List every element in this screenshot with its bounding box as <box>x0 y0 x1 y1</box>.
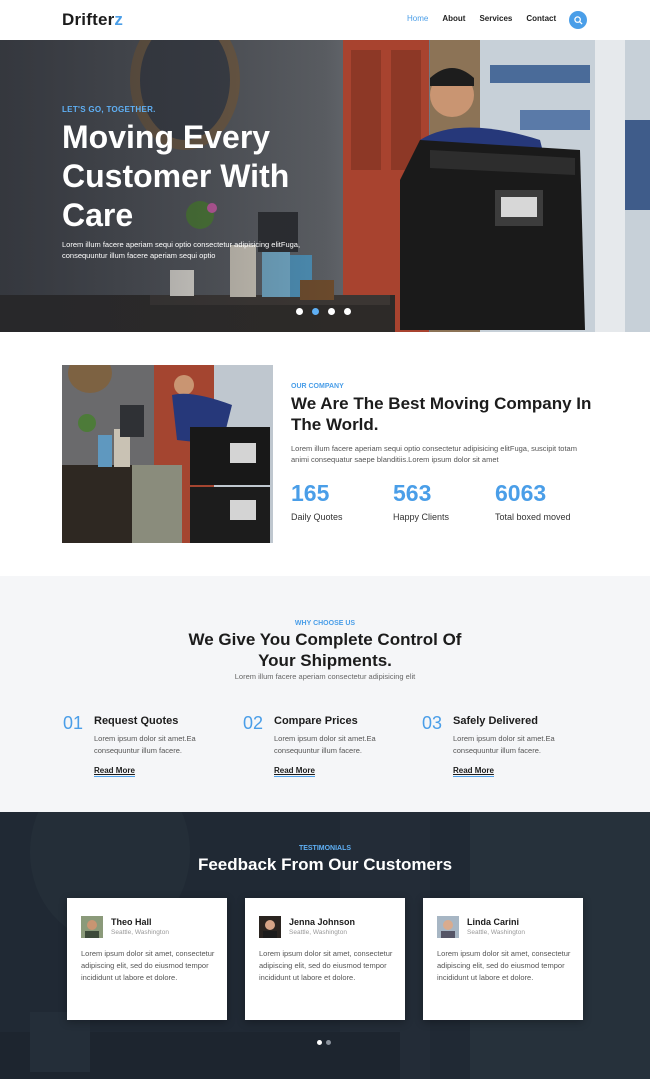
feature-title: Safely Delivered <box>453 715 538 727</box>
hero-title: Moving Every Customer With Care <box>62 119 290 233</box>
feature-title: Request Quotes <box>94 715 179 727</box>
about-title: We Are The Best Moving Company In The Wo… <box>291 394 592 434</box>
slider-dot-4[interactable] <box>344 308 351 315</box>
testimonials-pagination <box>317 1040 331 1045</box>
testimonial-location: Seattle, Washington <box>289 929 347 936</box>
about-tag: OUR COMPANY <box>291 383 344 390</box>
stat-value: 165 <box>291 480 330 506</box>
main-menu: Home About Services Contact <box>407 14 570 23</box>
why-tag: WHY CHOOSE US <box>294 620 356 627</box>
feature-number: 02 <box>243 713 264 733</box>
slider-dot-2[interactable] <box>312 308 319 315</box>
search-button[interactable] <box>569 11 587 29</box>
hero-tagline: LET'S GO, TOGETHER. <box>62 105 156 114</box>
testimonial-location: Seattle, Washington <box>111 929 169 936</box>
testimonial-dot-2[interactable] <box>326 1040 331 1045</box>
feature-text: Lorem ipsum dolor sit amet.Ea consequunt… <box>453 734 555 755</box>
nav-item-about[interactable]: About <box>442 14 465 23</box>
hero-slider-dots <box>296 308 351 315</box>
testimonial-text: Lorem ipsum dolor sit amet, consectetur … <box>437 949 571 982</box>
testimonial-name: Linda Carini <box>467 917 520 927</box>
logo-accent: z <box>114 10 124 29</box>
stat-label: Daily Quotes <box>291 512 343 522</box>
avatar <box>259 916 281 938</box>
feature-text: Lorem ipsum dolor sit amet.Ea consequunt… <box>274 734 376 755</box>
testimonial-card: Theo Hall Seattle, Washington Lorem ipsu… <box>67 898 227 1020</box>
feature-number: 01 <box>63 713 84 733</box>
slider-dot-3[interactable] <box>328 308 335 315</box>
slider-dot-1[interactable] <box>296 308 303 315</box>
nav-item-contact[interactable]: Contact <box>526 14 556 23</box>
testimonial-text: Lorem ipsum dolor sit amet, consectetur … <box>81 949 215 982</box>
testimonial-card: Linda Carini Seattle, Washington Lorem i… <box>423 898 583 1020</box>
nav-item-services[interactable]: Services <box>479 14 512 23</box>
nav-item-home[interactable]: Home <box>407 14 428 23</box>
avatar <box>437 916 459 938</box>
read-more-link[interactable]: Read More <box>94 766 135 777</box>
feature-number: 03 <box>422 713 443 733</box>
site-logo[interactable]: Drifterz <box>62 10 123 30</box>
testimonial-dot-1[interactable] <box>317 1040 322 1045</box>
testimonial-text: Lorem ipsum dolor sit amet, consectetur … <box>259 949 393 982</box>
stat-daily-quotes: 165 Daily Quotes <box>291 480 343 522</box>
testimonial-card: Jenna Johnson Seattle, Washington Lorem … <box>245 898 405 1020</box>
testimonial-name: Theo Hall <box>111 917 152 927</box>
avatar <box>81 916 103 938</box>
read-more-link[interactable]: Read More <box>453 766 494 777</box>
stat-happy-clients: 563 Happy Clients <box>393 480 449 522</box>
stat-total-boxed: 6063 Total boxed moved <box>495 480 571 522</box>
testimonial-location: Seattle, Washington <box>467 929 525 936</box>
hero-text: Lorem illum facere aperiam sequi optio c… <box>62 240 301 260</box>
feature-title: Compare Prices <box>274 715 358 727</box>
stat-value: 6063 <box>495 480 547 506</box>
stat-label: Total boxed moved <box>495 512 571 522</box>
testimonial-name: Jenna Johnson <box>289 917 356 927</box>
about-text: Lorem illum facere aperiam sequi optio c… <box>291 444 577 464</box>
read-more-link[interactable]: Read More <box>274 766 315 777</box>
stat-label: Happy Clients <box>393 512 450 522</box>
testimonials-title: Feedback From Our Customers <box>197 855 453 874</box>
stat-value: 563 <box>393 480 432 506</box>
search-icon <box>573 15 583 25</box>
why-title: We Give You Complete Control Of Your Shi… <box>188 630 462 670</box>
logo-text: Drifter <box>62 10 115 29</box>
top-navbar: Drifterz Home About Services Contact <box>0 0 650 40</box>
testimonials-tag: TESTIMONIALS <box>298 845 352 852</box>
why-subtitle: Lorem illum facere aperiam consectetur a… <box>234 672 416 681</box>
about-image <box>62 365 273 543</box>
feature-text: Lorem ipsum dolor sit amet.Ea consequunt… <box>94 734 196 755</box>
